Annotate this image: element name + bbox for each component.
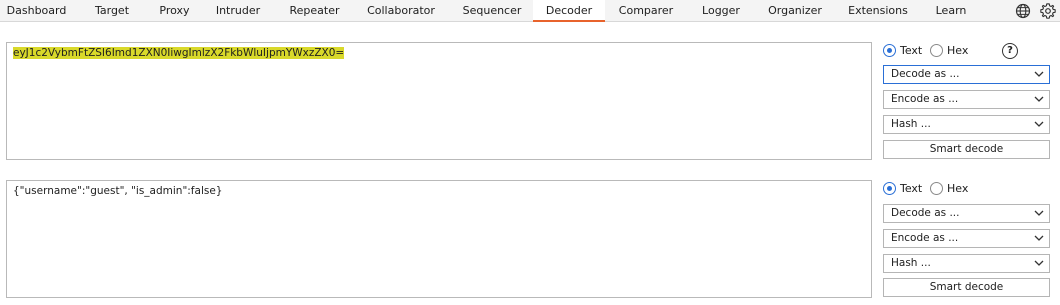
tab-comparer[interactable]: Comparer: [605, 0, 687, 22]
text-mode-radio[interactable]: [883, 44, 896, 57]
mode-radio-group: Text Hex: [883, 43, 1053, 59]
globe-icon[interactable]: [1014, 2, 1032, 20]
encode-as-dropdown[interactable]: Encode as ...: [883, 90, 1050, 109]
encode-as-label: Encode as ...: [891, 93, 959, 105]
encoded-input-area[interactable]: eyJ1c2VybmFtZSI6Imd1ZXN0IiwgImlzX2FkbWlu…: [6, 42, 872, 160]
tab-sequencer[interactable]: Sequencer: [451, 0, 533, 22]
hex-mode-radio[interactable]: [930, 44, 943, 57]
tab-dashboard[interactable]: Dashboard: [0, 0, 73, 22]
smart-decode-button[interactable]: Smart decode: [883, 278, 1050, 297]
hash-label: Hash ...: [891, 118, 931, 130]
selected-encoded-text: eyJ1c2VybmFtZSI6Imd1ZXN0IiwgImlzX2FkbWlu…: [13, 47, 345, 59]
hash-label: Hash ...: [891, 257, 931, 269]
encode-as-dropdown[interactable]: Encode as ...: [883, 229, 1050, 248]
tab-extensions[interactable]: Extensions: [835, 0, 921, 22]
help-icon[interactable]: ?: [1002, 43, 1018, 59]
mode-radio-group: Text Hex: [883, 181, 1053, 197]
tab-proxy[interactable]: Proxy: [151, 0, 198, 22]
tab-collaborator[interactable]: Collaborator: [351, 0, 451, 22]
decoded-output-area[interactable]: {"username":"guest", "is_admin":false}: [6, 180, 872, 298]
encode-as-label: Encode as ...: [891, 232, 959, 244]
tab-target[interactable]: Target: [73, 0, 151, 22]
chevron-down-icon: [1034, 121, 1044, 127]
chevron-down-icon: [1034, 260, 1044, 266]
decoder-panel: eyJ1c2VybmFtZSI6Imd1ZXN0IiwgImlzX2FkbWlu…: [0, 23, 1060, 305]
tab-logger[interactable]: Logger: [687, 0, 755, 22]
text-mode-label: Text: [900, 44, 923, 57]
hex-mode-label: Hex: [947, 182, 969, 195]
text-mode-radio[interactable]: [883, 182, 896, 195]
chevron-down-icon: [1034, 71, 1044, 77]
hex-mode-label: Hex: [947, 44, 969, 57]
gear-icon[interactable]: [1039, 2, 1057, 20]
text-mode-label: Text: [900, 182, 923, 195]
main-tab-bar: Dashboard Target Proxy Intruder Repeater…: [0, 0, 1060, 22]
tab-organizer[interactable]: Organizer: [755, 0, 835, 22]
chevron-down-icon: [1034, 210, 1044, 216]
decode-as-dropdown[interactable]: Decode as ...: [883, 204, 1050, 223]
tab-learn[interactable]: Learn: [921, 0, 981, 22]
decode-as-label: Decode as ...: [891, 68, 960, 80]
hex-mode-radio[interactable]: [930, 182, 943, 195]
hash-dropdown[interactable]: Hash ...: [883, 254, 1050, 273]
tab-intruder[interactable]: Intruder: [198, 0, 278, 22]
tab-repeater[interactable]: Repeater: [278, 0, 351, 22]
tab-decoder[interactable]: Decoder: [533, 0, 605, 22]
smart-decode-button[interactable]: Smart decode: [883, 140, 1050, 159]
hash-dropdown[interactable]: Hash ...: [883, 115, 1050, 134]
decode-as-dropdown[interactable]: Decode as ...: [883, 65, 1050, 84]
decode-as-label: Decode as ...: [891, 207, 960, 219]
decoded-text: {"username":"guest", "is_admin":false}: [13, 185, 223, 197]
chevron-down-icon: [1034, 96, 1044, 102]
chevron-down-icon: [1034, 235, 1044, 241]
